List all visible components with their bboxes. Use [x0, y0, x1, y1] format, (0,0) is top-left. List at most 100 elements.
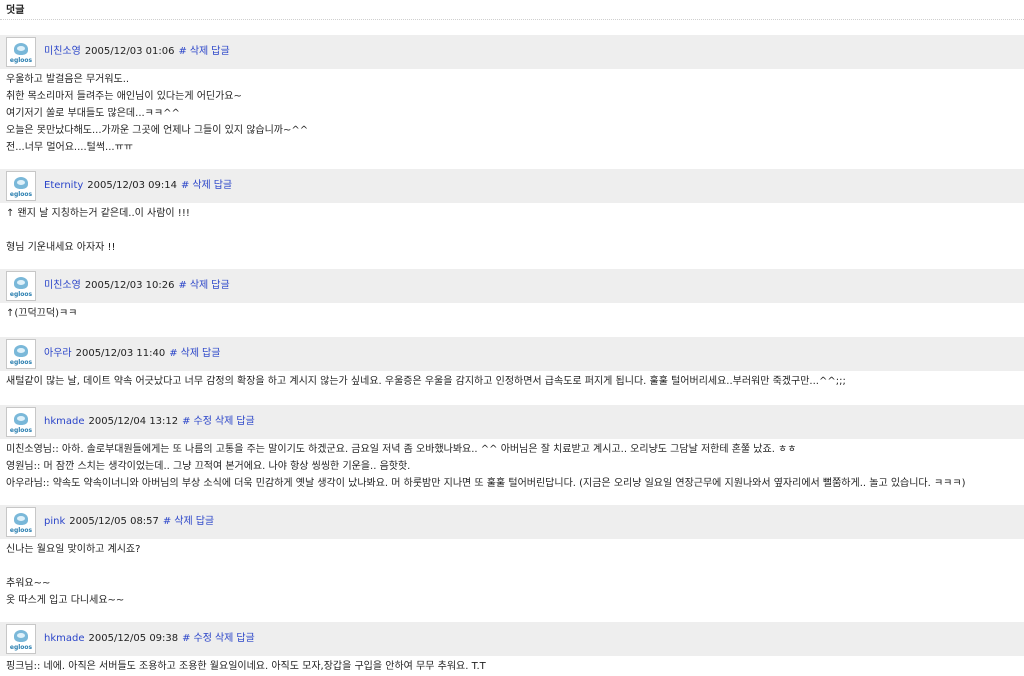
avatar[interactable]: egloos: [6, 407, 36, 437]
permalink-link[interactable]: #: [182, 415, 190, 429]
comment-text-line: 미친소영님:: 아하. 솔로부대원들에게는 또 나름의 고통을 주는 말이기도 …: [6, 444, 797, 455]
comment-text-line: 형님 기운내세요 아자자 !!: [6, 242, 116, 253]
avatar[interactable]: egloos: [6, 271, 36, 301]
edit-link[interactable]: 수정: [194, 632, 212, 646]
comment-date: 2005/12/03 01:06: [84, 46, 175, 57]
egloos-logo-icon: [14, 276, 28, 289]
comment-header: egloos pink 2005/12/05 08:57 # 삭제 답글: [0, 505, 1024, 539]
comment-body: 새털같이 많는 날, 데이트 약속 어긋났다고 너무 감정의 확장을 하고 계시…: [0, 371, 1024, 390]
delete-link[interactable]: 삭제: [181, 347, 199, 361]
comment-author-link[interactable]: 아우라: [44, 347, 72, 361]
delete-link[interactable]: 삭제: [174, 515, 192, 529]
reply-link[interactable]: 답글: [214, 179, 232, 193]
comment-text-line: 핑크님:: 네에. 아직은 서버들도 조용하고 조용한 월요일이네요. 아직도 …: [6, 661, 486, 672]
comment-text-line: 취한 목소리마저 들려주는 애인님이 있다는게 어딘가요~: [6, 91, 242, 102]
comment-actions: # 수정 삭제 답글: [182, 632, 255, 646]
avatar[interactable]: egloos: [6, 37, 36, 67]
comment-actions: # 삭제 답글: [169, 347, 220, 361]
comment-meta: 아우라 2005/12/03 11:40 # 삭제 답글: [44, 347, 220, 361]
reply-link[interactable]: 답글: [236, 415, 254, 429]
comment-text-line: [6, 558, 1018, 575]
comment-actions: # 삭제 답글: [163, 515, 214, 529]
comment-header: egloos 미친소영 2005/12/03 10:26 # 삭제 답글: [0, 269, 1024, 303]
delete-link[interactable]: 삭제: [215, 415, 233, 429]
comment-date: 2005/12/03 11:40: [75, 348, 166, 359]
comment-text-line: 여기저기 쏠로 부대들도 많은데...ㅋㅋ^^: [6, 108, 180, 119]
comment-meta: 미친소영 2005/12/03 10:26 # 삭제 답글: [44, 279, 230, 293]
comment-author-link[interactable]: 미친소영: [44, 45, 81, 59]
comment-header: egloos hkmade 2005/12/04 13:12 # 수정 삭제 답글: [0, 405, 1024, 439]
permalink-link[interactable]: #: [182, 632, 190, 646]
comment-meta: 미친소영 2005/12/03 01:06 # 삭제 답글: [44, 45, 230, 59]
comment-date: 2005/12/05 08:57: [69, 516, 159, 527]
comment-meta: Eternity 2005/12/03 09:14 # 삭제 답글: [44, 179, 232, 193]
comment-text-line: 우울하고 발걸음은 무거워도..: [6, 74, 130, 85]
reply-link[interactable]: 답글: [211, 279, 229, 293]
comment-body: 우울하고 발걸음은 무거워도.. 취한 목소리마저 들려주는 애인님이 있다는게 …: [0, 69, 1024, 156]
comment-text-line: ↑ 왠지 날 지칭하는거 같은데..이 사람이 !!!: [6, 208, 190, 219]
comment-text-line: 추워요~~: [6, 578, 51, 589]
egloos-logo-icon: [14, 176, 28, 189]
delete-link[interactable]: 삭제: [190, 45, 208, 59]
comment-text-line: 전...너무 멀어요....털썩...ㅠㅠ: [6, 142, 133, 153]
egloos-logo-icon: [14, 42, 28, 55]
comment-item: egloos Eternity 2005/12/03 09:14 # 삭제 답글 ↑ 왠지 …: [0, 169, 1024, 256]
egloos-logo-icon: [14, 629, 28, 642]
reply-link[interactable]: 답글: [236, 632, 254, 646]
delete-link[interactable]: 삭제: [190, 279, 208, 293]
avatar-logo-text: egloos: [9, 643, 33, 651]
comment-text-line: 영원님:: 머 잠깐 스치는 생각이었는데.. 그냥 끄적여 본거에요. 나야 …: [6, 461, 411, 472]
avatar-logo-text: egloos: [9, 190, 33, 198]
comment-meta: hkmade 2005/12/05 09:38 # 수정 삭제 답글: [44, 632, 255, 646]
reply-link[interactable]: 답글: [202, 347, 220, 361]
avatar[interactable]: egloos: [6, 339, 36, 369]
comment-author-link[interactable]: hkmade: [44, 415, 85, 429]
avatar-logo-text: egloos: [9, 426, 33, 434]
comment-body: ↑ 왠지 날 지칭하는거 같은데..이 사람이 !!! 형님 기운내세요 아자자 …: [0, 203, 1024, 256]
comment-body: 미친소영님:: 아하. 솔로부대원들에게는 또 나름의 고통을 주는 말이기도 …: [0, 439, 1024, 492]
comment-date: 2005/12/03 09:14: [87, 180, 177, 191]
comment-author-link[interactable]: hkmade: [44, 632, 85, 646]
comment-actions: # 삭제 답글: [178, 279, 229, 293]
permalink-link[interactable]: #: [169, 347, 177, 361]
comment-date: 2005/12/04 13:12: [88, 416, 179, 427]
comment-text-line: [6, 222, 1018, 239]
reply-link[interactable]: 답글: [196, 515, 214, 529]
comment-item: egloos pink 2005/12/05 08:57 # 삭제 답글신나는 월요일 맞…: [0, 505, 1024, 609]
comment-author-link[interactable]: 미친소영: [44, 279, 81, 293]
comment-text-line: ↑(끄덕끄덕)ㅋㅋ: [6, 308, 78, 319]
delete-link[interactable]: 삭제: [215, 632, 233, 646]
comment-text-line: 신나는 월요일 맞이하고 계시죠?: [6, 544, 141, 555]
permalink-link[interactable]: #: [178, 279, 186, 293]
comment-actions: # 수정 삭제 답글: [182, 415, 255, 429]
comment-body: 신나는 월요일 맞이하고 계시죠? 추워요~~ 옷 따스게 입고 다니세요~~: [0, 539, 1024, 609]
permalink-link[interactable]: #: [181, 179, 189, 193]
comment-meta: hkmade 2005/12/04 13:12 # 수정 삭제 답글: [44, 415, 255, 429]
permalink-link[interactable]: #: [178, 45, 186, 59]
avatar[interactable]: egloos: [6, 624, 36, 654]
comment-author-link[interactable]: Eternity: [44, 179, 83, 193]
comment-header: egloos 미친소영 2005/12/03 01:06 # 삭제 답글: [0, 35, 1024, 69]
comment-date: 2005/12/05 09:38: [88, 633, 179, 644]
avatar-logo-text: egloos: [9, 358, 33, 366]
comments-header: 덧글: [0, 0, 1024, 20]
comment-meta: pink 2005/12/05 08:57 # 삭제 답글: [44, 515, 214, 529]
permalink-link[interactable]: #: [163, 515, 171, 529]
egloos-logo-icon: [14, 344, 28, 357]
comment-item: egloos hkmade 2005/12/05 09:38 # 수정 삭제 답글핑크님::…: [0, 622, 1024, 675]
edit-link[interactable]: 수정: [194, 415, 212, 429]
comment-item: egloos hkmade 2005/12/04 13:12 # 수정 삭제 답글미친소영님…: [0, 405, 1024, 492]
comment-text-line: 옷 따스게 입고 다니세요~~: [6, 595, 125, 606]
comment-body: ↑(끄덕끄덕)ㅋㅋ: [0, 303, 1024, 322]
comment-text-line: 새털같이 많는 날, 데이트 약속 어긋났다고 너무 감정의 확장을 하고 계시…: [6, 376, 846, 387]
delete-link[interactable]: 삭제: [192, 179, 210, 193]
comment-item: egloos 미친소영 2005/12/03 01:06 # 삭제 답글우울하고 발걸음은…: [0, 35, 1024, 156]
comment-header: egloos hkmade 2005/12/05 09:38 # 수정 삭제 답글: [0, 622, 1024, 656]
egloos-logo-icon: [14, 412, 28, 425]
avatar[interactable]: egloos: [6, 171, 36, 201]
comment-author-link[interactable]: pink: [44, 515, 65, 529]
reply-link[interactable]: 답글: [211, 45, 229, 59]
comment-text-line: 아우라님:: 약속도 약속이너니와 아버님의 부상 소식에 더욱 민감하게 옛날…: [6, 478, 966, 489]
avatar[interactable]: egloos: [6, 507, 36, 537]
comment-actions: # 삭제 답글: [181, 179, 232, 193]
